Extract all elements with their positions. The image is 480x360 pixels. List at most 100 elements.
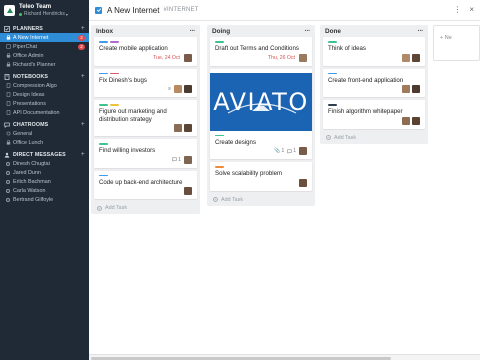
task-card[interactable]: Find willing investors 1 bbox=[94, 139, 197, 168]
chat-icon bbox=[4, 122, 10, 128]
label-tag bbox=[215, 41, 224, 43]
sidebar-item-api-documentation[interactable]: API Documentation bbox=[0, 108, 89, 117]
task-card[interactable]: Draft out Terms and Conditions Thu, 26 O… bbox=[210, 37, 312, 66]
sidebar-item-office-lunch[interactable]: Office Lunch bbox=[0, 138, 89, 147]
board-tag: #INTERNET bbox=[163, 7, 199, 13]
sidebar-item-general[interactable]: General bbox=[0, 129, 89, 138]
offline-status-icon bbox=[6, 188, 10, 193]
task-card[interactable]: Finish algorithm whitepaper bbox=[323, 100, 425, 129]
sidebar-item-piperchat[interactable]: PiperChat 2 bbox=[0, 42, 89, 51]
lock-icon bbox=[6, 35, 11, 40]
description-icon: ≡ bbox=[168, 86, 171, 92]
direct-messages-heading: DIRECT MESSAGES + bbox=[0, 150, 89, 159]
avatar bbox=[402, 53, 410, 62]
task-title: Fix Dinesh's bugs bbox=[99, 76, 147, 84]
comment-count: 1 bbox=[293, 148, 296, 154]
sidebar-item-office-admin[interactable]: Office Admin bbox=[0, 51, 89, 60]
sidebar-item-bertrand-gilfoyle[interactable]: Bertrand Gilfoyle bbox=[0, 195, 89, 204]
label-tag bbox=[110, 104, 119, 106]
avatar bbox=[299, 53, 307, 62]
task-card[interactable]: AVIATO Create designs 📎 1 1 bbox=[210, 68, 312, 159]
cover-image-text: AVIATO bbox=[213, 87, 309, 116]
sidebar-item-dinesh-chugtai[interactable]: Dinesh Chugtai bbox=[0, 159, 89, 168]
label-tag bbox=[99, 72, 108, 75]
avatar bbox=[184, 124, 192, 132]
planner-icon bbox=[4, 25, 10, 32]
add-direct-message-button[interactable]: + bbox=[81, 151, 85, 158]
add-task-button[interactable]: + Add Task bbox=[91, 202, 200, 214]
avatar bbox=[299, 147, 307, 155]
current-user-name: Richard Hendricks bbox=[24, 10, 65, 17]
document-icon bbox=[6, 92, 11, 97]
new-list-button[interactable]: + Ne bbox=[433, 25, 480, 61]
board-header: A New Internet #INTERNET ⋮ × bbox=[89, 0, 480, 21]
sidebar-item-compression-algo[interactable]: Compression Algo bbox=[0, 81, 89, 90]
lock-icon bbox=[6, 62, 11, 67]
add-task-button[interactable]: + Add Task bbox=[207, 194, 315, 206]
plus-icon: + bbox=[97, 205, 102, 211]
task-card[interactable]: Figure out marketing and distribution st… bbox=[94, 100, 197, 136]
attachment-icon: 📎 1 bbox=[274, 148, 285, 154]
avatar bbox=[174, 124, 182, 132]
column-title: Done bbox=[325, 27, 341, 35]
team-switcher[interactable]: Teleo Team Richard Hendricks ▾ bbox=[0, 0, 89, 21]
task-title: Create designs bbox=[215, 138, 256, 146]
sidebar-item-presentations[interactable]: Presentations bbox=[0, 99, 89, 108]
column-doing: Doing ··· Draft out Terms and Conditions … bbox=[207, 25, 315, 206]
task-card[interactable]: Code up back-end architecture bbox=[94, 170, 197, 199]
planner-item-icon bbox=[6, 44, 11, 49]
task-title: Think of ideas bbox=[328, 45, 366, 52]
add-notebook-button[interactable]: + bbox=[81, 73, 85, 80]
avatar bbox=[402, 116, 410, 125]
task-card[interactable]: Fix Dinesh's bugs ≡ bbox=[94, 68, 197, 97]
sidebar-item-richards-planner[interactable]: Richard's Planner bbox=[0, 60, 89, 69]
avatar bbox=[402, 85, 410, 93]
task-card[interactable]: Think of ideas bbox=[323, 37, 425, 66]
label-tag bbox=[328, 41, 337, 43]
column-menu-icon[interactable]: ··· bbox=[418, 28, 424, 35]
sidebar-item-jared-dunn[interactable]: Jared Dunn bbox=[0, 168, 89, 177]
label-tag bbox=[215, 134, 224, 137]
sidebar: Teleo Team Richard Hendricks ▾ PLANNERS +… bbox=[0, 0, 89, 360]
avatar bbox=[412, 116, 420, 125]
add-chatroom-button[interactable]: + bbox=[81, 121, 85, 128]
horizontal-scrollbar[interactable] bbox=[89, 354, 480, 360]
avatar bbox=[412, 53, 420, 62]
board-title: A New Internet bbox=[107, 5, 160, 15]
label-tag bbox=[99, 174, 108, 177]
task-card[interactable]: Create mobile application Tue, 24 Oct bbox=[94, 37, 197, 66]
label-tag bbox=[99, 41, 108, 43]
unread-badge: 2 bbox=[78, 34, 85, 41]
offline-status-icon bbox=[6, 161, 10, 166]
chevron-down-icon[interactable]: ▾ bbox=[66, 11, 68, 18]
scrollbar-thumb[interactable] bbox=[91, 356, 391, 360]
task-title: Solve scalability problem bbox=[215, 170, 283, 177]
column-menu-icon[interactable]: ··· bbox=[190, 28, 196, 35]
column-menu-icon[interactable]: ··· bbox=[305, 28, 311, 35]
sidebar-item-erlich-bachman[interactable]: Erlich Bachman bbox=[0, 177, 89, 186]
offline-status-icon bbox=[6, 197, 10, 202]
add-task-button[interactable]: + Add Task bbox=[320, 132, 428, 144]
attachment-count: 1 bbox=[281, 148, 285, 154]
close-icon[interactable]: × bbox=[469, 6, 474, 14]
offline-status-icon bbox=[6, 170, 10, 175]
sidebar-item-a-new-internet[interactable]: A New Internet 2 bbox=[0, 33, 89, 42]
sidebar-item-carla-watson[interactable]: Carla Watson bbox=[0, 186, 89, 195]
task-card[interactable]: Create front-end application bbox=[323, 68, 425, 97]
lock-icon bbox=[6, 140, 11, 145]
column-done: Done ··· Think of ideas Create front-end … bbox=[320, 25, 428, 144]
offline-status-icon bbox=[6, 179, 10, 184]
column-title: Inbox bbox=[96, 27, 114, 35]
task-card[interactable]: Solve scalability problem bbox=[210, 162, 312, 191]
team-logo-icon bbox=[4, 5, 15, 16]
sidebar-item-design-ideas[interactable]: Design Ideas bbox=[0, 90, 89, 99]
task-title: Figure out marketing and distribution st… bbox=[99, 108, 167, 123]
comment-icon: 1 bbox=[172, 157, 181, 163]
avatar bbox=[174, 85, 182, 93]
chatrooms-heading: CHATROOMS + bbox=[0, 120, 89, 129]
planner-checkbox-icon bbox=[95, 6, 102, 14]
avatar bbox=[184, 187, 192, 195]
more-options-icon[interactable]: ⋮ bbox=[453, 6, 461, 14]
task-title: Code up back-end architecture bbox=[99, 178, 183, 186]
add-planner-button[interactable]: + bbox=[81, 25, 85, 32]
